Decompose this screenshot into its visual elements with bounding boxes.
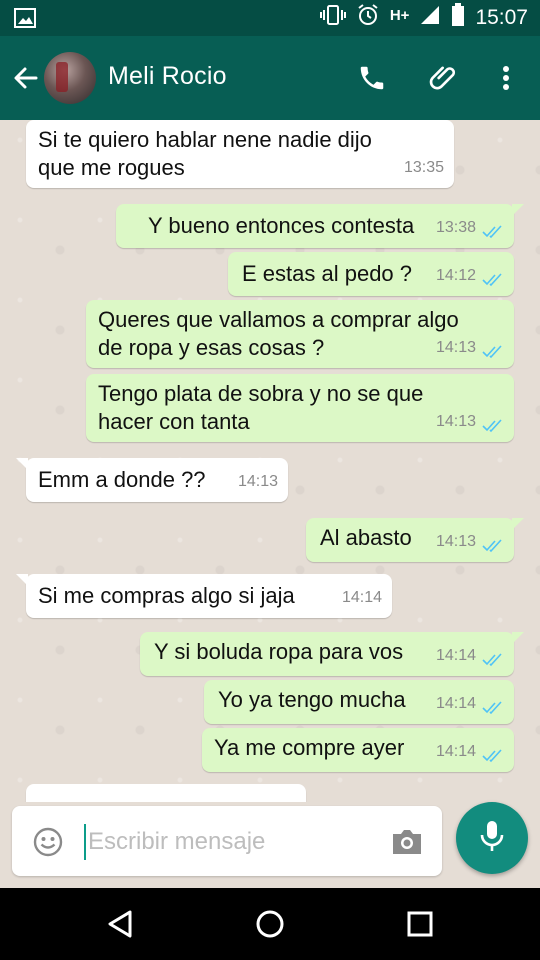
message-outgoing[interactable]: Tengo plata de sobra y no se que hacer c… (86, 374, 514, 442)
vibrate-icon (319, 4, 346, 32)
read-ticks-icon (482, 221, 504, 239)
read-ticks-icon (482, 341, 504, 359)
system-nav-bar (0, 888, 540, 960)
nav-home-icon[interactable] (250, 904, 290, 944)
message-incoming[interactable]: Si me compras algo si jaja 14:14 (16, 574, 392, 618)
read-ticks-icon (482, 269, 504, 287)
contact-avatar[interactable] (44, 52, 96, 104)
message-time: 13:35 (403, 159, 444, 176)
read-ticks-icon (482, 535, 504, 553)
chat-header: Meli Rocio (0, 36, 540, 120)
message-outgoing[interactable]: Y si boluda ropa para vos 14:14 (140, 632, 524, 676)
message-time: 14:14 (341, 589, 382, 606)
message-time: 14:14 (435, 647, 476, 664)
mic-button[interactable] (456, 802, 528, 874)
network-type: H+ (389, 6, 410, 24)
message-outgoing[interactable]: Al abasto 14:13 (306, 518, 524, 562)
read-ticks-icon (482, 415, 504, 433)
read-ticks-icon (482, 745, 504, 763)
read-ticks-icon (482, 649, 504, 667)
message-time: 14:13 (237, 473, 278, 490)
message-text: Si te quiero hablar nene nadie dijo que … (38, 127, 372, 180)
read-ticks-icon (482, 697, 504, 715)
message-incoming-partial[interactable] (26, 784, 306, 802)
message-text: Si me compras algo si jaja (38, 583, 295, 608)
message-time: 14:14 (435, 695, 476, 712)
battery-icon (451, 3, 465, 33)
nav-recents-icon[interactable] (400, 904, 440, 944)
back-arrow-icon[interactable] (8, 60, 44, 96)
message-outgoing[interactable]: Ya me compre ayer 14:14 (202, 728, 514, 772)
message-incoming[interactable]: Si te quiero hablar nene nadie dijo que … (26, 120, 454, 188)
call-icon[interactable] (352, 58, 392, 98)
gallery-notification-icon (14, 8, 36, 33)
emoji-icon[interactable] (32, 826, 64, 858)
alarm-icon (356, 3, 380, 33)
message-outgoing[interactable]: Y bueno entonces contesta 13:38 (116, 204, 524, 248)
message-time: 14:12 (435, 267, 476, 284)
text-cursor (84, 824, 86, 860)
camera-icon[interactable] (390, 828, 424, 856)
contact-name[interactable]: Meli Rocio (108, 62, 227, 91)
composer: Escribir mensaje (0, 802, 540, 888)
status-bar: H+ 15:07 (0, 0, 540, 36)
message-time: 14:14 (435, 743, 476, 760)
message-outgoing[interactable]: E estas al pedo ? 14:12 (228, 252, 514, 296)
message-time: 14:13 (435, 339, 476, 356)
nav-back-icon[interactable] (100, 904, 140, 944)
message-incoming[interactable]: Emm a donde ?? 14:13 (16, 458, 288, 502)
message-outgoing[interactable]: Queres que vallamos a comprar algo de ro… (86, 300, 514, 368)
message-time: 14:13 (435, 533, 476, 550)
signal-icon (419, 4, 441, 32)
attach-icon[interactable] (424, 58, 464, 98)
message-input-box[interactable]: Escribir mensaje (12, 806, 442, 876)
message-input[interactable]: Escribir mensaje (88, 824, 378, 860)
more-options-icon[interactable] (486, 58, 526, 98)
message-outgoing[interactable]: Yo ya tengo mucha 14:14 (204, 680, 514, 724)
microphone-icon (479, 819, 505, 858)
message-list[interactable]: Si te quiero hablar nene nadie dijo que … (0, 120, 540, 802)
message-time: 13:38 (435, 219, 476, 236)
message-time: 14:13 (435, 413, 476, 430)
status-time: 15:07 (475, 6, 528, 29)
